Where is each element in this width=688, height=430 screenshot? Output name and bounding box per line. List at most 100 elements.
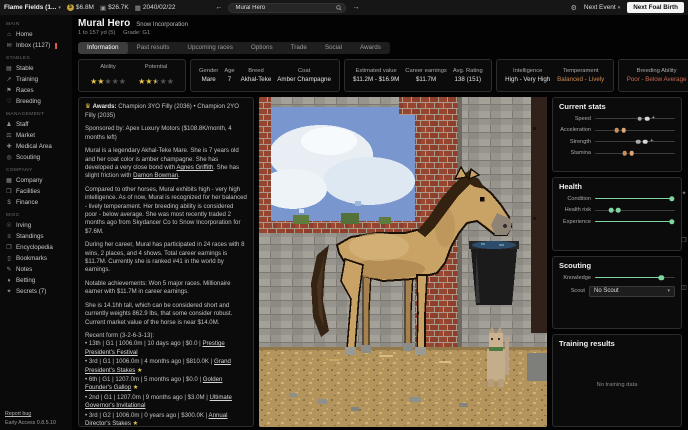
scout-select[interactable]: No Scout ▾ bbox=[589, 286, 675, 297]
facilities-icon: ❒ bbox=[5, 188, 13, 195]
condition-slider[interactable] bbox=[595, 195, 675, 202]
app-window: Flame Fields (1... ▾ $ $6.8M ▣ $26.7K ▦ … bbox=[0, 0, 688, 430]
acceleration-range-track[interactable] bbox=[595, 127, 675, 134]
tab-bar: Information Past results Upcoming races … bbox=[78, 42, 390, 54]
nav-back-button[interactable]: ← bbox=[215, 4, 222, 11]
slider-knob[interactable] bbox=[669, 219, 674, 224]
sidebar-item-breeding[interactable]: ♡ Breeding bbox=[5, 96, 72, 107]
sidebar-item-secrets[interactable]: ✦ Secrets (7) bbox=[5, 286, 72, 297]
sparkle-icon[interactable]: ✦ bbox=[681, 190, 686, 197]
scout-label: Scout bbox=[559, 288, 589, 294]
sidebar-item-label: Bookmarks bbox=[16, 255, 47, 262]
knowledge-slider[interactable] bbox=[595, 274, 675, 281]
sidebar-item-label: Market bbox=[16, 132, 35, 139]
tab-awards[interactable]: Awards bbox=[351, 42, 390, 54]
stat-row-strength: Strength + bbox=[559, 138, 675, 145]
profile-card: Gender Mare Age 7 Breed Akhal-Teke Coat … bbox=[190, 59, 340, 92]
sidebar-item-label: Home bbox=[16, 31, 33, 38]
sidebar-item-label: Notes bbox=[16, 266, 32, 273]
training-results-title: Training results bbox=[559, 339, 675, 348]
money-display: $ $6.8M bbox=[67, 4, 94, 11]
scouting-panel: Scouting Knowledge Scout No Scout ▾ bbox=[552, 256, 682, 329]
sidebar-item-betting[interactable]: ♦ Betting bbox=[5, 275, 72, 286]
search-bar bbox=[228, 3, 346, 13]
person-link-damon[interactable]: Damon Bowman bbox=[133, 172, 178, 179]
mind-card: Intelligence High - Very High Temperamen… bbox=[496, 59, 614, 92]
briefcase-icon: ▣ bbox=[100, 4, 106, 12]
stat-label: Stamina bbox=[559, 150, 595, 156]
intelligence-value: High - Very High bbox=[505, 76, 550, 83]
inbox-icon: ✉ bbox=[5, 42, 13, 49]
trophy-icon: ♛ bbox=[85, 103, 93, 110]
tab-trade[interactable]: Trade bbox=[282, 42, 316, 54]
date-display: ▦ 2040/02/22 bbox=[135, 4, 176, 12]
range-dot bbox=[616, 208, 621, 213]
sidebar-item-inbox[interactable]: ✉ Inbox (1127) bbox=[5, 40, 72, 51]
speed-range-track[interactable]: + bbox=[595, 115, 675, 122]
sidebar-item-finance[interactable]: $ Finance bbox=[5, 197, 72, 208]
strength-range-track[interactable]: + bbox=[595, 138, 675, 145]
sidebar-item-stable[interactable]: ▤ Stable bbox=[5, 63, 72, 74]
slider-knob[interactable] bbox=[669, 196, 674, 201]
nav-forward-button[interactable]: → bbox=[352, 4, 359, 11]
tab-past-results[interactable]: Past results bbox=[128, 42, 179, 54]
range-dot bbox=[622, 128, 627, 133]
sidebar-item-encyclopedia[interactable]: ❐ Encyclopedia bbox=[5, 242, 72, 253]
sidebar-item-medical-area[interactable]: ✚ Medical Area bbox=[5, 141, 72, 152]
sidebar-item-company[interactable]: ▦ Company bbox=[5, 175, 72, 186]
owner-link[interactable]: Snow Incorporation bbox=[136, 22, 188, 28]
report-bug-link[interactable]: Report bug bbox=[5, 410, 56, 418]
awards-label: Awards: bbox=[93, 103, 117, 110]
search-input[interactable] bbox=[228, 3, 346, 13]
sidebar-item-facilities[interactable]: ❒ Facilities bbox=[5, 186, 72, 197]
sidebar-item-bookmarks[interactable]: ▯ Bookmarks bbox=[5, 253, 72, 264]
major-race-star-icon: ★ bbox=[133, 384, 138, 391]
horse-illustration bbox=[259, 97, 547, 427]
potential-label: Potential bbox=[138, 64, 174, 70]
sidebar-item-staff[interactable]: ♟ Staff bbox=[5, 119, 72, 130]
sidebar-item-races[interactable]: ⚑ Races bbox=[5, 85, 72, 96]
plus-indicator: + bbox=[652, 115, 655, 121]
version-label: Early Access 0.8.5.10 bbox=[5, 419, 56, 427]
slider-knob[interactable] bbox=[659, 275, 664, 280]
sidebar-item-notes[interactable]: ✎ Notes bbox=[5, 264, 72, 275]
gear-icon[interactable]: ⚙ bbox=[571, 4, 577, 12]
range-dot bbox=[630, 151, 635, 156]
range-dot bbox=[645, 116, 650, 121]
next-event-button[interactable]: Next Event ▾ bbox=[584, 4, 620, 11]
edge-tool-strip: ✦ ❐ ◫ bbox=[680, 190, 688, 291]
stat-row-speed: Speed + bbox=[559, 115, 675, 122]
panel-icon[interactable]: ❐ bbox=[681, 237, 686, 244]
experience-slider[interactable] bbox=[595, 218, 675, 225]
tab-information[interactable]: Information bbox=[78, 42, 128, 54]
range-dot bbox=[636, 139, 641, 144]
bio-text: . bbox=[178, 172, 180, 179]
stamina-range-track[interactable] bbox=[595, 150, 675, 157]
ability-label: Ability bbox=[90, 64, 126, 70]
star-icon: ★ bbox=[104, 77, 111, 86]
bio-paragraph-4: Notable achievements: Won 5 major races.… bbox=[85, 280, 247, 297]
sidebar-item-irving[interactable]: ☉ Irving bbox=[5, 220, 72, 231]
sidebar-item-standings[interactable]: ≡ Standings bbox=[5, 231, 72, 242]
temperament-value: Balanced - Lively bbox=[557, 76, 604, 83]
screenshot-icon[interactable]: ◫ bbox=[681, 284, 687, 291]
tab-options[interactable]: Options bbox=[242, 42, 282, 54]
range-dot bbox=[609, 208, 614, 213]
star-icon: ★ bbox=[112, 77, 119, 86]
potential-stars: ★★★★★ bbox=[138, 72, 174, 88]
slider-fill bbox=[595, 221, 672, 222]
sidebar-item-scouting[interactable]: ◎ Scouting bbox=[5, 152, 72, 163]
sidebar-item-training[interactable]: ↗ Training bbox=[5, 74, 72, 85]
health-risk-track[interactable] bbox=[595, 207, 675, 214]
main-content: Mural Hero Snow Incorporation 1 to 157 y… bbox=[72, 15, 688, 430]
finance-icon: $ bbox=[5, 200, 13, 206]
staff-icon: ♟ bbox=[5, 121, 13, 128]
sidebar-item-market[interactable]: ⚖ Market bbox=[5, 130, 72, 141]
sidebar-item-home[interactable]: ⌂ Home bbox=[5, 29, 72, 40]
next-foal-birth-button[interactable]: Next Foal Birth bbox=[627, 2, 684, 13]
form-details: • 6th | G1 | 1207.0m | 5 months ago | $0… bbox=[85, 376, 203, 383]
tab-social[interactable]: Social bbox=[316, 42, 351, 54]
app-switcher[interactable]: Flame Fields (1... ▾ bbox=[4, 4, 61, 11]
tab-upcoming-races[interactable]: Upcoming races bbox=[178, 42, 242, 54]
person-link-agnes[interactable]: Agnes Griffith bbox=[176, 164, 213, 171]
